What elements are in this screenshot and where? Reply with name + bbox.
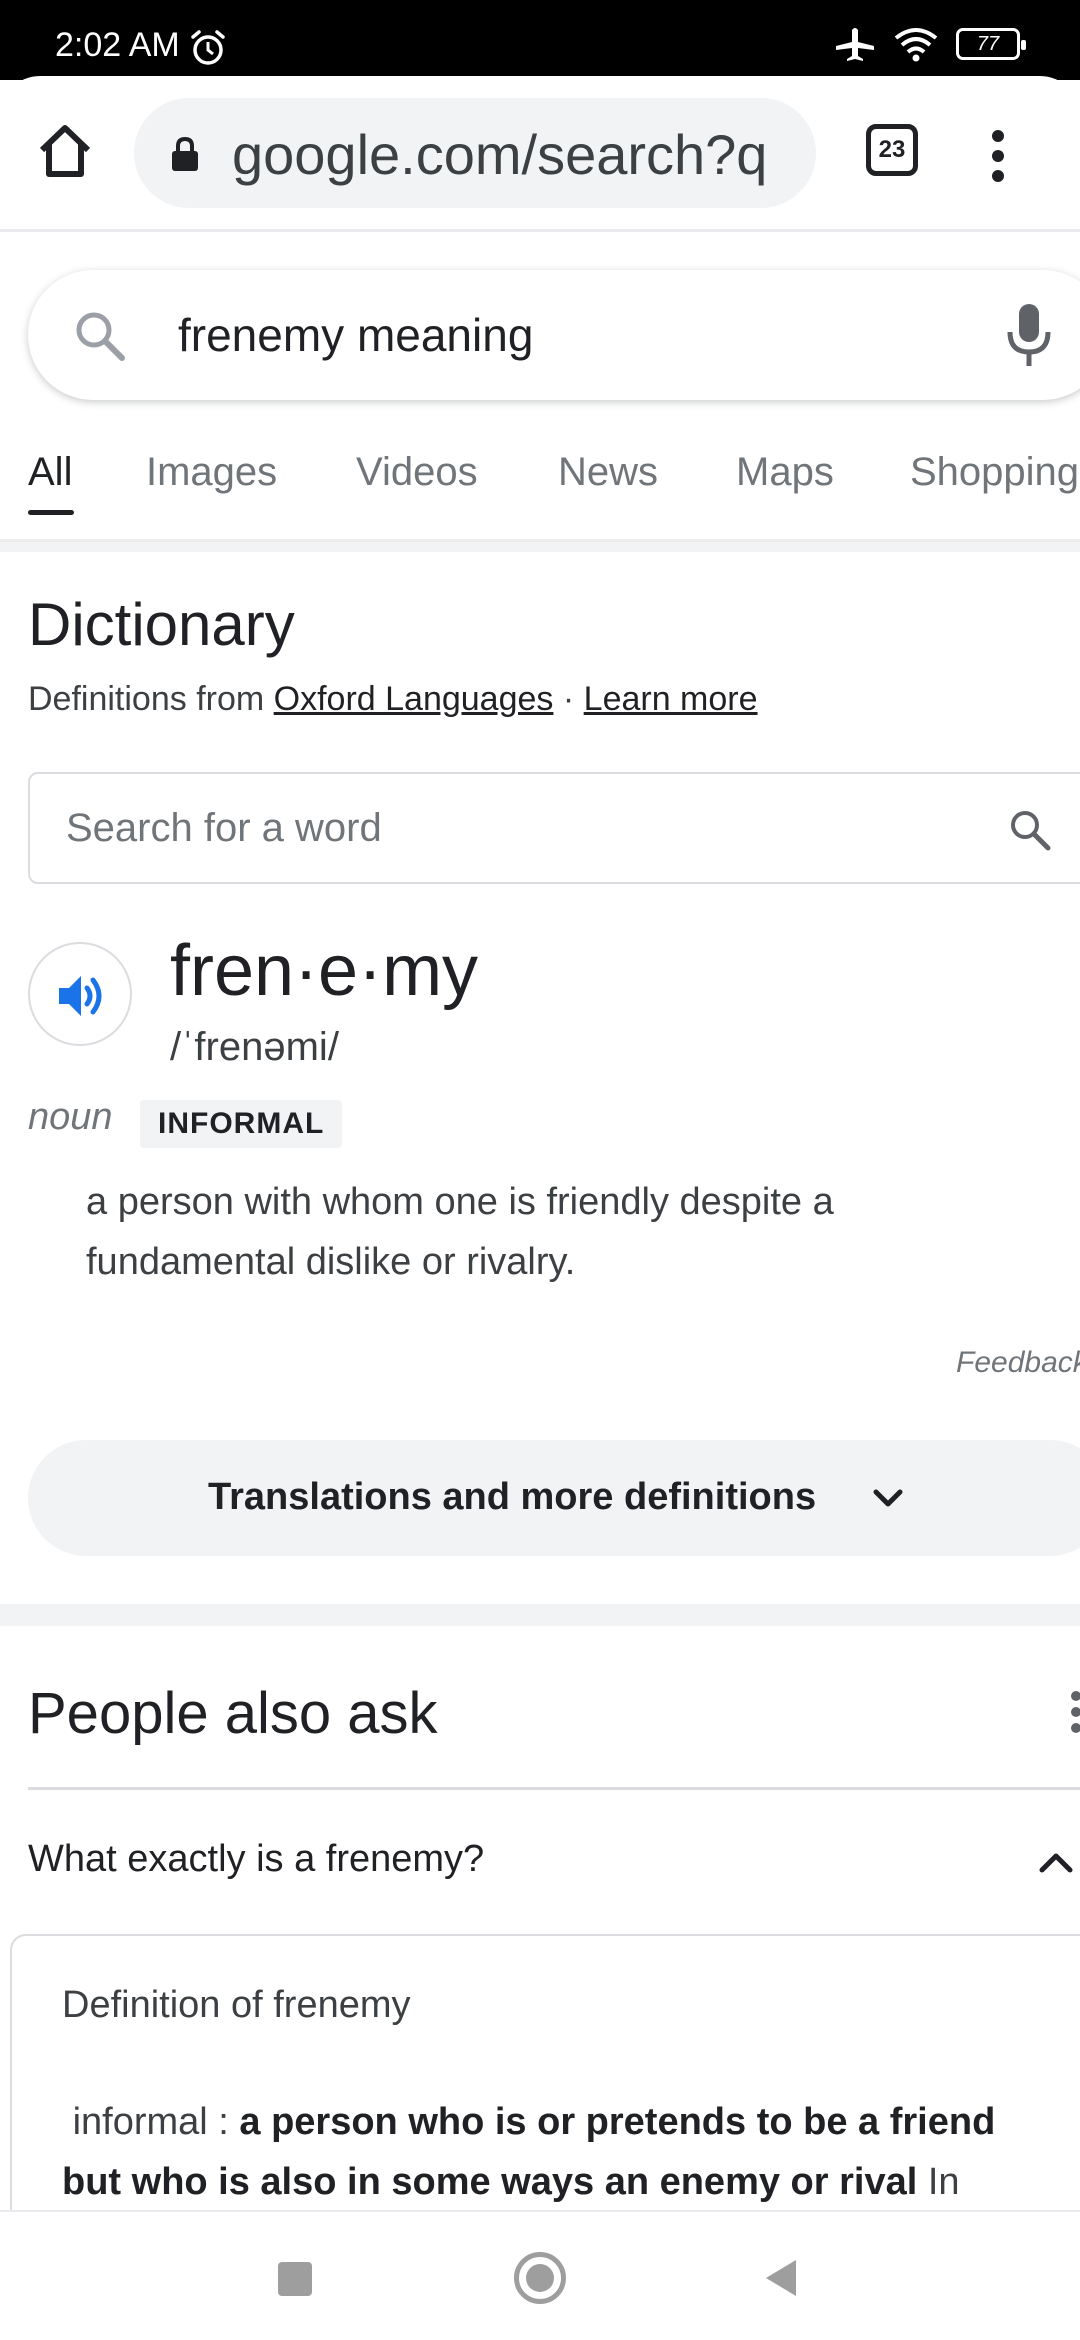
home-button[interactable] — [514, 2252, 566, 2304]
status-icons: 77 — [834, 26, 1026, 62]
word-search-field[interactable]: Search for a word — [28, 772, 1080, 884]
tab-maps[interactable]: Maps — [736, 450, 834, 495]
recents-button[interactable] — [278, 2262, 312, 2296]
tab-switcher-button[interactable]: 23 — [866, 124, 918, 176]
headword: fren·e·my — [170, 931, 479, 1011]
divider — [28, 1787, 1080, 1790]
source-separator: · — [562, 680, 575, 718]
search-icon[interactable] — [1008, 808, 1052, 852]
alarm-icon — [191, 30, 225, 65]
status-time: 2:02 AM — [55, 26, 180, 64]
tab-videos[interactable]: Videos — [356, 450, 478, 495]
section-divider — [0, 1604, 1080, 1626]
tab-all[interactable]: All — [28, 450, 72, 495]
answer-heading: Definition of frenemy — [62, 1984, 411, 2026]
address-bar[interactable]: google.com/search?q — [134, 98, 816, 208]
chevron-up-icon[interactable] — [1036, 1846, 1076, 1876]
learn-more-link[interactable]: Learn more — [584, 680, 758, 718]
answer-prefix: informal : — [72, 2101, 240, 2143]
search-input[interactable]: frenemy meaning — [178, 308, 533, 362]
feedback-link[interactable]: Feedback — [956, 1346, 1080, 1380]
tab-news[interactable]: News — [558, 450, 658, 495]
register-badge: INFORMAL — [140, 1100, 343, 1148]
status-bar: 2:02 AM 77 — [0, 0, 1080, 80]
paa-question[interactable]: What exactly is a frenemy? — [28, 1838, 484, 1881]
answer-suffix: In — [917, 2161, 960, 2203]
home-icon[interactable] — [34, 120, 96, 182]
url-text: google.com/search?q — [232, 123, 768, 186]
search-tabs: All Images Videos News Maps Shopping — [0, 440, 1080, 542]
pronunciation-button[interactable] — [28, 942, 132, 1046]
microphone-icon[interactable] — [1004, 300, 1054, 370]
battery-level: 77 — [976, 32, 1000, 55]
phonetic-spelling: /ˈfrenəmi/ — [170, 1025, 339, 1069]
search-bar[interactable]: frenemy meaning — [28, 270, 1080, 400]
airplane-icon — [836, 28, 874, 61]
more-vert-icon[interactable] — [990, 128, 1006, 184]
tab-count: 23 — [878, 136, 906, 163]
browser-toolbar: google.com/search?q 23 — [0, 76, 1080, 232]
system-nav-bar — [0, 2210, 1080, 2340]
wifi-icon — [894, 28, 938, 62]
battery-icon: 77 — [956, 28, 1026, 60]
people-also-ask-title: People also ask — [28, 1681, 438, 1746]
section-divider — [0, 542, 1080, 552]
back-icon[interactable] — [762, 2258, 800, 2298]
active-tab-indicator — [28, 510, 74, 515]
search-icon — [76, 312, 125, 361]
lock-icon — [172, 136, 198, 171]
source-prefix: Definitions from — [28, 680, 265, 718]
more-vert-icon[interactable] — [1070, 1690, 1080, 1734]
part-of-speech: noun — [28, 1096, 113, 1138]
definition-text: a person with whom one is friendly despi… — [86, 1181, 834, 1283]
translations-button[interactable]: Translations and more definitions — [28, 1440, 1080, 1556]
speaker-icon — [59, 976, 102, 1016]
oxford-languages-link[interactable]: Oxford Languages — [274, 680, 554, 718]
translations-button-label: Translations and more definitions — [208, 1476, 817, 1518]
chevron-down-icon — [873, 1489, 903, 1507]
tab-shopping[interactable]: Shopping — [910, 450, 1079, 495]
tab-images[interactable]: Images — [146, 450, 277, 495]
answer-body: informal : a person who is or pretends t… — [62, 2092, 1052, 2212]
dictionary-source: Definitions from Oxford Languages · Lear… — [28, 680, 758, 719]
dictionary-title: Dictionary — [28, 591, 295, 658]
word-search-placeholder: Search for a word — [66, 806, 382, 850]
